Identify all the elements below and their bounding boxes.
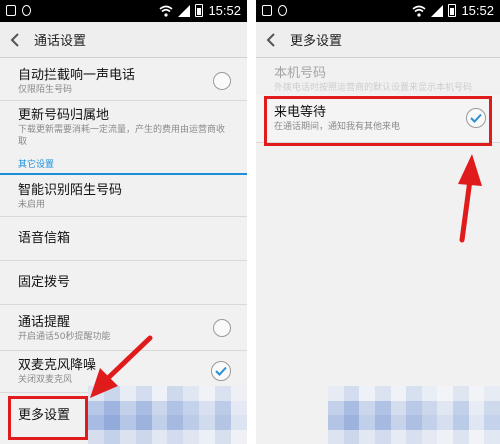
page-title: 通话设置	[34, 34, 87, 49]
wifi-icon	[412, 5, 426, 17]
check-toggle[interactable]	[211, 361, 231, 381]
highlight-box	[264, 96, 492, 146]
item-label: 语音信箱	[18, 231, 71, 246]
status-time: 15:52	[208, 3, 241, 18]
notification-icon	[6, 5, 16, 16]
back-arrow-icon[interactable]	[0, 22, 30, 58]
item-label: 固定拨号	[18, 275, 71, 290]
checkmark-icon	[215, 366, 227, 376]
notification-icon	[22, 5, 31, 16]
title-bar: 通话设置	[0, 22, 247, 58]
wifi-icon	[159, 5, 173, 17]
list-item-smart-identify[interactable]: 智能识别陌生号码 未启用	[0, 175, 247, 217]
item-sub: 仅限陌生号码	[18, 85, 73, 95]
list-item-own-number: 本机号码 外拨电话时按照运营商的默认设置来显示本机号码	[256, 59, 500, 95]
title-bar: 更多设置	[256, 22, 500, 58]
blurred-region	[328, 386, 500, 444]
status-bar: 15:52	[256, 0, 500, 22]
signal-icon	[431, 4, 444, 17]
page-title: 更多设置	[290, 34, 343, 49]
battery-icon	[448, 4, 457, 17]
status-bar: 15:52	[0, 0, 247, 22]
annotation-arrow	[90, 335, 153, 398]
radio-toggle[interactable]	[213, 319, 231, 337]
item-sub: 未启用	[18, 200, 46, 210]
item-label: 本机号码	[274, 66, 327, 81]
status-time: 15:52	[461, 3, 494, 18]
annotation-arrow	[458, 154, 482, 243]
radio-toggle[interactable]	[213, 72, 231, 90]
highlight-box	[8, 396, 88, 440]
signal-icon	[178, 4, 191, 17]
battery-icon	[195, 4, 204, 17]
item-sub: 下载更新需要消耗一定流量，产生的费用由运营商收取	[18, 125, 226, 147]
list-item-update-location[interactable]: 更新号码归属地 下载更新需要消耗一定流量，产生的费用由运营商收取	[0, 101, 247, 155]
list-item-block-short-call[interactable]: 自动拦截响一声电话 仅限陌生号码	[0, 59, 247, 101]
section-header: 其它设置	[0, 155, 247, 175]
list-item-fixed-dialing[interactable]: 固定拨号	[0, 261, 247, 305]
list-item-voicemail[interactable]: 语音信箱	[0, 217, 247, 261]
right-screen: 15:52 更多设置 本机号码 外拨电话时按照运营商的默认设置来显示本机号码 来…	[256, 0, 500, 444]
back-arrow-icon[interactable]	[256, 22, 286, 58]
item-sub: 外拨电话时按照运营商的默认设置来显示本机号码	[274, 83, 473, 93]
notification-icon	[262, 5, 272, 16]
notification-icon	[278, 5, 287, 16]
left-screen: 15:52 通话设置 自动拦截响一声电话 仅限陌生号码 更新号码归属地 下载更新…	[0, 0, 247, 444]
item-label: 更新号码归属地	[18, 108, 110, 123]
item-label: 智能识别陌生号码	[18, 183, 123, 198]
